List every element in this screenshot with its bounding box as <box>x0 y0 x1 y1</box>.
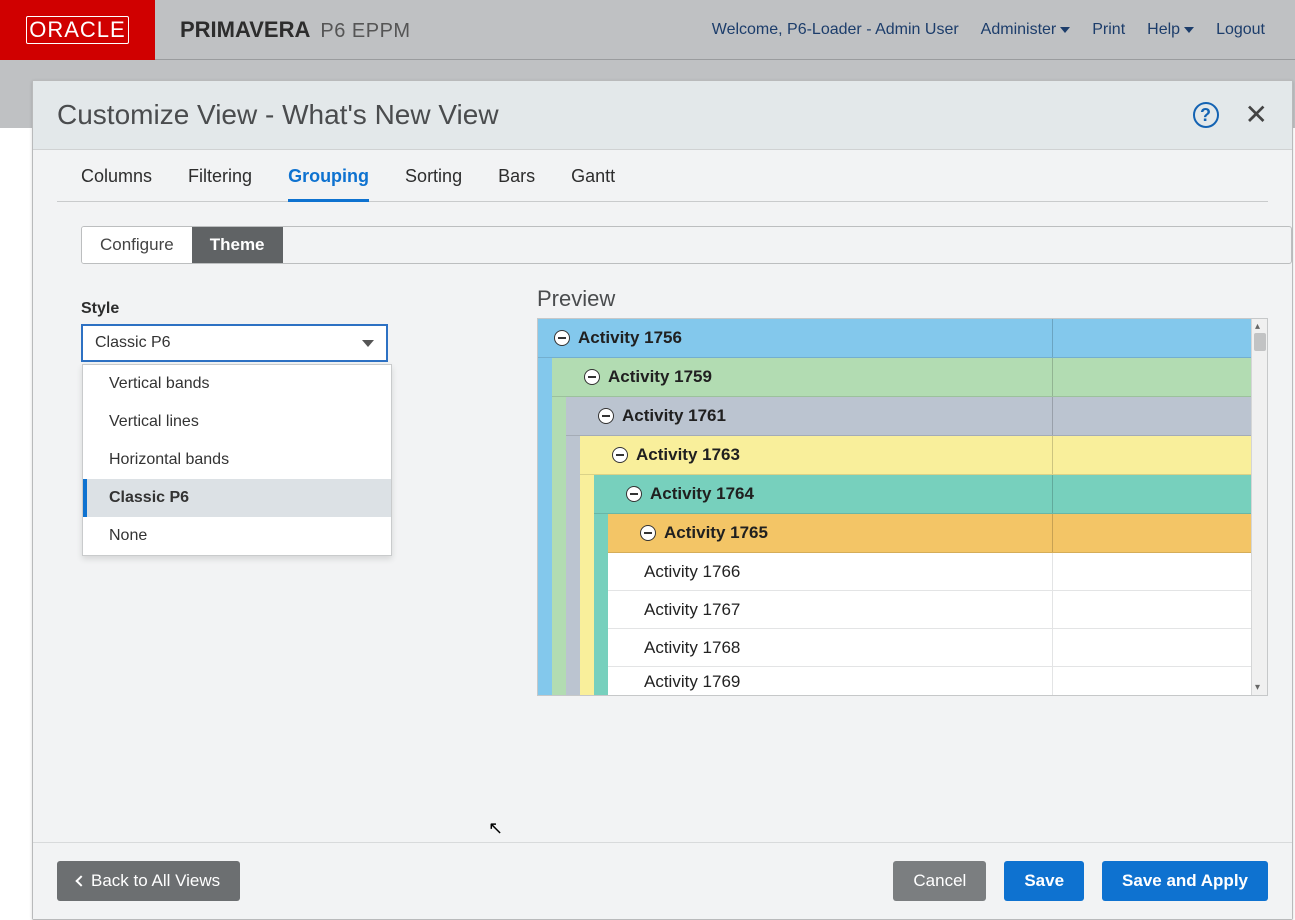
activity-label: Activity 1768 <box>644 638 740 658</box>
group-label: Activity 1761 <box>622 406 726 426</box>
nesting-strip <box>552 397 566 695</box>
collapse-icon[interactable] <box>640 525 656 541</box>
tab-sorting[interactable]: Sorting <box>405 166 462 201</box>
column-divider <box>1052 591 1053 628</box>
activity-label: Activity 1767 <box>644 600 740 620</box>
preview-label: Preview <box>537 286 1268 312</box>
dialog-body: Style Classic P6 Vertical bands Vertical… <box>33 264 1292 842</box>
preview-grid: Activity 1756 Activity 1759 Activity 176… <box>538 319 1251 695</box>
column-divider <box>1052 475 1053 513</box>
style-label: Style <box>81 300 537 318</box>
tab-grouping[interactable]: Grouping <box>288 166 369 202</box>
print-link[interactable]: Print <box>1092 21 1125 39</box>
tab-gantt[interactable]: Gantt <box>571 166 615 201</box>
collapse-icon[interactable] <box>598 408 614 424</box>
scroll-thumb[interactable] <box>1254 333 1266 351</box>
close-icon[interactable]: ✕ <box>1245 101 1268 129</box>
group-label: Activity 1765 <box>664 523 768 543</box>
app-title: PRIMAVERA P6 EPPM <box>180 17 411 43</box>
app-header: ORACLE PRIMAVERA P6 EPPM Welcome, P6-Loa… <box>0 0 1295 60</box>
cancel-button[interactable]: Cancel <box>893 861 986 901</box>
style-panel: Style Classic P6 Vertical bands Vertical… <box>57 264 537 842</box>
activity-label: Activity 1769 <box>644 672 740 692</box>
group-band[interactable]: Activity 1765 <box>608 514 1251 553</box>
style-option-vertical-lines[interactable]: Vertical lines <box>83 403 391 441</box>
activity-row[interactable]: Activity 1766 <box>608 553 1251 591</box>
collapse-icon[interactable] <box>612 447 628 463</box>
oracle-logo: ORACLE <box>0 0 155 60</box>
group-band[interactable]: Activity 1763 <box>580 436 1251 475</box>
column-divider <box>1052 397 1053 435</box>
dialog-footer: Back to All Views Cancel Save Save and A… <box>33 842 1292 919</box>
dialog-header: Customize View - What's New View ? ✕ <box>33 81 1292 150</box>
preview-scrollbar[interactable]: ▴ ▾ <box>1251 319 1267 695</box>
oracle-logo-text: ORACLE <box>26 16 128 44</box>
scroll-down-icon[interactable]: ▾ <box>1255 682 1260 693</box>
group-label: Activity 1759 <box>608 367 712 387</box>
group-label: Activity 1756 <box>578 328 682 348</box>
column-divider <box>1052 667 1053 695</box>
column-divider <box>1052 514 1053 552</box>
dialog-title: Customize View - What's New View <box>57 99 499 131</box>
chevron-left-icon <box>75 875 86 886</box>
segment-theme[interactable]: Theme <box>192 227 283 263</box>
style-select-value: Classic P6 <box>95 334 171 352</box>
segment-configure[interactable]: Configure <box>82 227 192 263</box>
group-label: Activity 1764 <box>650 484 754 504</box>
back-to-views-button[interactable]: Back to All Views <box>57 861 240 901</box>
style-option-none[interactable]: None <box>83 517 391 555</box>
save-and-apply-button[interactable]: Save and Apply <box>1102 861 1268 901</box>
logout-link[interactable]: Logout <box>1216 21 1265 39</box>
nesting-strip <box>566 436 580 695</box>
tab-bars[interactable]: Bars <box>498 166 535 201</box>
dialog-tabs: Columns Filtering Grouping Sorting Bars … <box>57 150 1268 202</box>
group-label: Activity 1763 <box>636 445 740 465</box>
group-band[interactable]: Activity 1764 <box>594 475 1251 514</box>
help-menu[interactable]: Help <box>1147 21 1194 39</box>
group-band[interactable]: Activity 1759 <box>552 358 1251 397</box>
style-option-horizontal-bands[interactable]: Horizontal bands <box>83 441 391 479</box>
activity-row[interactable]: Activity 1768 <box>608 629 1251 667</box>
column-divider <box>1052 358 1053 396</box>
nesting-strip <box>538 358 552 695</box>
app-title-secondary: P6 EPPM <box>320 20 410 43</box>
nesting-strip <box>580 475 594 695</box>
collapse-icon[interactable] <box>554 330 570 346</box>
style-option-classic-p6[interactable]: Classic P6 <box>83 479 391 517</box>
collapse-icon[interactable] <box>584 369 600 385</box>
caret-down-icon <box>1184 27 1194 33</box>
tab-columns[interactable]: Columns <box>81 166 152 201</box>
header-nav: Welcome, P6-Loader - Admin User Administ… <box>712 21 1265 39</box>
save-button[interactable]: Save <box>1004 861 1084 901</box>
collapse-icon[interactable] <box>626 486 642 502</box>
activity-row[interactable]: Activity 1769 <box>608 667 1251 695</box>
column-divider <box>1052 629 1053 666</box>
caret-down-icon <box>1060 27 1070 33</box>
help-icon[interactable]: ? <box>1193 102 1219 128</box>
style-dropdown: Vertical bands Vertical lines Horizontal… <box>82 364 392 556</box>
style-option-vertical-bands[interactable]: Vertical bands <box>83 365 391 403</box>
tab-filtering[interactable]: Filtering <box>188 166 252 201</box>
group-band[interactable]: Activity 1761 <box>566 397 1251 436</box>
column-divider <box>1052 553 1053 590</box>
activity-row[interactable]: Activity 1767 <box>608 591 1251 629</box>
app-title-primary: PRIMAVERA <box>180 17 310 43</box>
style-select[interactable]: Classic P6 Vertical bands Vertical lines… <box>81 324 388 362</box>
activity-label: Activity 1766 <box>644 562 740 582</box>
column-divider <box>1052 319 1053 357</box>
group-band[interactable]: Activity 1756 <box>538 319 1251 358</box>
welcome-text: Welcome, P6-Loader - Admin User <box>712 21 959 39</box>
preview-box: Activity 1756 Activity 1759 Activity 176… <box>537 318 1268 696</box>
preview-panel: Preview Activity 1756 Activity 1759 Acti… <box>537 264 1268 842</box>
caret-down-icon <box>362 340 374 347</box>
subtab-segment: Configure Theme <box>81 226 1292 264</box>
column-divider <box>1052 436 1053 474</box>
scroll-up-icon[interactable]: ▴ <box>1255 321 1260 332</box>
preview-grid-inner: Activity 1756 Activity 1759 Activity 176… <box>538 319 1251 695</box>
nesting-strip <box>594 514 608 695</box>
administer-menu[interactable]: Administer <box>981 21 1071 39</box>
customize-view-dialog: Customize View - What's New View ? ✕ Col… <box>32 80 1293 920</box>
